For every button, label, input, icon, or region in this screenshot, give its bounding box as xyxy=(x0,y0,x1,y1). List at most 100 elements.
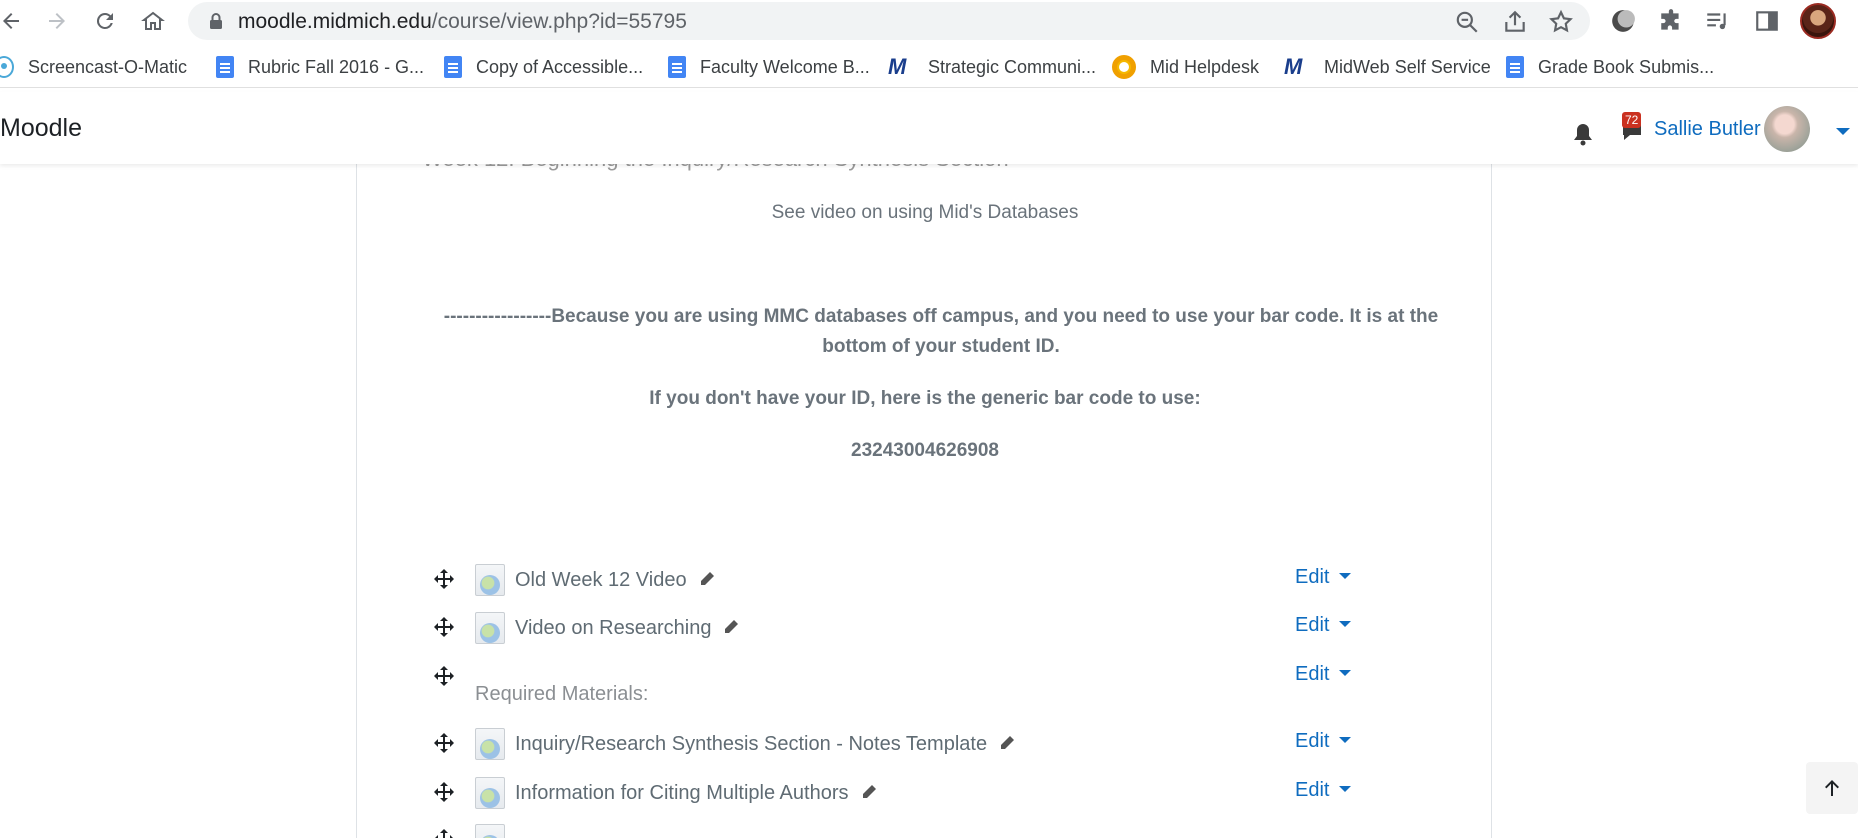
google-doc-icon xyxy=(444,56,462,78)
pencil-icon[interactable] xyxy=(723,619,739,635)
url-path: /course/view.php?id=55795 xyxy=(431,10,687,33)
caret-down-icon xyxy=(1339,786,1352,792)
pencil-icon[interactable] xyxy=(861,784,877,800)
activity-name[interactable]: Video on Researching xyxy=(515,617,711,639)
caret-down-icon xyxy=(1339,621,1352,627)
edit-label: Edit xyxy=(1295,566,1330,588)
required-materials-label: Required Materials: xyxy=(475,683,649,705)
pencil-icon[interactable] xyxy=(699,571,715,587)
caret-down-icon xyxy=(1339,670,1352,676)
caret-down-icon xyxy=(1339,573,1352,579)
file-icon xyxy=(475,777,505,809)
edit-menu-button[interactable]: Edit xyxy=(1295,614,1352,637)
extension-moon-icon[interactable] xyxy=(1608,6,1638,36)
bookmark-label: Rubric Fall 2016 - G... xyxy=(248,56,425,77)
activity-name[interactable]: Old Week 12 Video xyxy=(515,569,687,591)
section-title: Week 12: Beginning the Inquiry/Research … xyxy=(422,164,1009,172)
mid-m-icon: M xyxy=(1284,54,1303,79)
bookmark-1[interactable]: Rubric Fall 2016 - G... xyxy=(216,54,424,80)
extensions-puzzle-icon[interactable] xyxy=(1656,6,1686,36)
lock-icon xyxy=(210,13,222,29)
bookmark-6[interactable]: M MidWeb Self Service xyxy=(1284,54,1491,80)
browser-profile-avatar[interactable] xyxy=(1800,3,1836,39)
edit-label: Edit xyxy=(1295,779,1330,801)
bookmark-5[interactable]: Mid Helpdesk xyxy=(1112,54,1259,80)
video-link[interactable]: See video on using Mid's Databases xyxy=(357,202,1491,224)
file-icon xyxy=(475,564,505,596)
back-arrow-icon[interactable] xyxy=(0,4,28,38)
bookmarks-bar: Screencast-O-Matic Rubric Fall 2016 - G.… xyxy=(0,46,1858,88)
message-count-badge: 72 xyxy=(1622,112,1642,128)
move-icon[interactable] xyxy=(433,828,455,838)
user-menu-caret-icon[interactable] xyxy=(1836,128,1850,135)
caret-down-icon xyxy=(1339,737,1352,743)
no-id-line: If you don't have your ID, here is the g… xyxy=(649,388,1201,409)
google-doc-icon xyxy=(1506,56,1524,78)
moodle-navbar: Moodle 72 Sallie Butler xyxy=(0,92,1858,164)
google-doc-icon xyxy=(216,56,234,78)
bookmark-label: Grade Book Submis... xyxy=(1538,56,1715,77)
mid-m-icon: M xyxy=(888,54,907,79)
pencil-icon[interactable] xyxy=(999,735,1015,751)
file-icon xyxy=(475,612,505,644)
bookmark-2[interactable]: Copy of Accessible... xyxy=(444,54,643,80)
label-row: Required Materials: Edit xyxy=(357,661,1491,717)
activity-link[interactable]: Old Week 12 Video xyxy=(515,569,715,592)
bookmark-label: MidWeb Self Service xyxy=(1324,56,1491,77)
url-host: moodle.midmich.edu xyxy=(238,10,432,33)
bookmark-label: Copy of Accessible... xyxy=(476,56,644,77)
side-panel-icon[interactable] xyxy=(1752,6,1782,36)
bookmark-label: Mid Helpdesk xyxy=(1150,56,1260,77)
move-icon[interactable] xyxy=(433,781,455,803)
activity-name[interactable]: Inquiry/Research Synthesis Section - Not… xyxy=(515,733,987,755)
activity-link[interactable]: Inquiry/Research Synthesis Section - Not… xyxy=(515,733,1015,756)
move-icon[interactable] xyxy=(433,732,455,754)
back-to-top-button[interactable] xyxy=(1806,762,1858,814)
edit-label: Edit xyxy=(1295,663,1330,685)
lifebuoy-icon xyxy=(1112,55,1136,79)
avatar[interactable] xyxy=(1764,106,1810,152)
bookmark-4[interactable]: M Strategic Communi... xyxy=(888,54,1096,80)
course-section: Week 12: Beginning the Inquiry/Research … xyxy=(356,164,1492,838)
moodle-brand[interactable]: Moodle xyxy=(0,114,82,143)
bookmark-0[interactable]: Screencast-O-Matic xyxy=(0,54,187,80)
edit-menu-button[interactable]: Edit xyxy=(1295,730,1352,753)
edit-label: Edit xyxy=(1295,730,1330,752)
share-icon[interactable] xyxy=(1502,9,1528,35)
edit-menu-button[interactable]: Edit xyxy=(1295,663,1352,686)
bookmark-7[interactable]: Grade Book Submis... xyxy=(1506,54,1714,80)
move-icon[interactable] xyxy=(433,665,455,687)
zoom-icon[interactable] xyxy=(1454,9,1480,35)
activity-row: Video on Researching Edit xyxy=(357,612,1491,652)
activity-row: Inquiry/Research Synthesis Section - Not… xyxy=(357,728,1491,768)
activity-link[interactable]: Video on Researching xyxy=(515,617,739,640)
media-queue-icon[interactable] xyxy=(1702,6,1732,36)
activity-row: Information for Citing Multiple Authors … xyxy=(357,777,1491,817)
user-name[interactable]: Sallie Butler xyxy=(1654,118,1761,141)
activity-row-partial xyxy=(357,824,1491,838)
address-bar[interactable]: moodle.midmich.edu/course/view.php?id=55… xyxy=(188,2,1590,40)
star-icon[interactable] xyxy=(1548,9,1574,35)
file-icon xyxy=(475,728,505,760)
bookmark-3[interactable]: Faculty Welcome B... xyxy=(668,54,870,80)
reload-icon[interactable] xyxy=(88,4,122,38)
edit-label: Edit xyxy=(1295,614,1330,636)
home-icon[interactable] xyxy=(136,4,170,38)
activity-row: Old Week 12 Video Edit xyxy=(357,564,1491,604)
move-icon[interactable] xyxy=(433,616,455,638)
browser-toolbar: moodle.midmich.edu/course/view.php?id=55… xyxy=(0,0,1858,42)
edit-menu-button[interactable]: Edit xyxy=(1295,566,1352,589)
database-notice: -----------------Because you are using M… xyxy=(443,306,1439,357)
arrow-up-icon xyxy=(1825,780,1839,796)
circle-icon xyxy=(0,56,14,78)
generic-barcode: 23243004626908 xyxy=(851,440,999,461)
bookmark-label: Screencast-O-Matic xyxy=(28,56,188,77)
bell-icon[interactable] xyxy=(1572,122,1594,146)
file-icon xyxy=(475,824,505,838)
bookmark-label: Strategic Communi... xyxy=(928,56,1097,77)
activity-link[interactable]: Information for Citing Multiple Authors xyxy=(515,782,877,805)
move-icon[interactable] xyxy=(433,568,455,590)
activity-name[interactable]: Information for Citing Multiple Authors xyxy=(515,782,849,804)
forward-arrow-icon[interactable] xyxy=(40,4,74,38)
edit-menu-button[interactable]: Edit xyxy=(1295,779,1352,802)
